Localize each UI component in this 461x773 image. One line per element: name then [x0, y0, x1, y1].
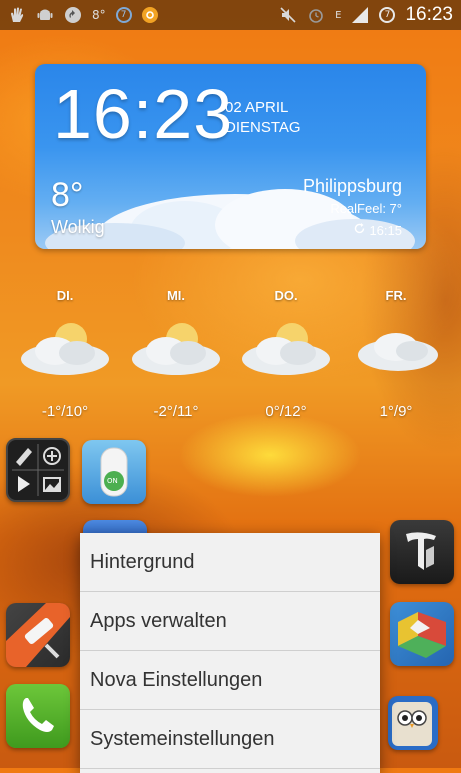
forecast-range: -2°/11°: [153, 403, 199, 420]
alarm-icon: [307, 6, 325, 24]
temperature-notification: 8°: [92, 8, 106, 22]
puzzle-icon: [398, 612, 446, 658]
forecast-day: MI. -2°/11°: [121, 282, 231, 420]
clock-time: 16:23: [53, 75, 234, 153]
notification-icons: 8° 7: [8, 6, 158, 24]
forecast-day-name: DI.: [56, 288, 74, 303]
phone-app[interactable]: [6, 684, 70, 748]
android-icon: [36, 6, 54, 24]
forecast-day: DI. -1°/10°: [10, 282, 120, 420]
signal-icon: [351, 6, 369, 24]
toggle-on-label: ON: [107, 477, 118, 485]
sync-icon: [64, 6, 82, 24]
seven-circle-icon: 7: [115, 7, 132, 23]
realfeel-label: RealFeel: 7°: [330, 201, 402, 216]
cloudy-icon: [358, 333, 438, 371]
battery-icon: 7: [379, 7, 396, 23]
weather-condition: Wolkig: [51, 217, 105, 237]
status-bar: 8° 7 E 7 16:23: [0, 0, 461, 30]
phone-icon: [22, 698, 54, 732]
toggle-switch-icon: [100, 447, 128, 497]
puzzle-app[interactable]: [390, 602, 454, 666]
mute-icon: [279, 6, 297, 24]
app-circle-icon: [141, 7, 158, 23]
partly-cloudy-icon: [21, 323, 109, 375]
media-editor-app[interactable]: [6, 438, 70, 502]
owl-app[interactable]: [388, 696, 438, 750]
nyt-logo-icon: [406, 532, 436, 570]
paint-roller-icon: [6, 603, 70, 667]
forecast-range: 1°/9°: [379, 403, 413, 420]
forecast-day: DO. 0°/12°: [231, 282, 341, 420]
paint-roller-app[interactable]: [6, 603, 70, 667]
current-temperature: 8°: [51, 176, 84, 214]
menu-item-nova-settings[interactable]: Nova Einstellungen: [80, 651, 380, 710]
context-menu: Hintergrund Apps verwalten Nova Einstell…: [80, 533, 380, 773]
menu-item-system-settings[interactable]: Systemeinstellungen: [80, 710, 380, 769]
nyt-app[interactable]: [390, 520, 454, 584]
menu-item-wallpaper[interactable]: Hintergrund: [80, 533, 380, 592]
update-time: 16:15: [369, 222, 402, 238]
partly-cloudy-icon: [242, 323, 330, 375]
network-e-icon: E: [335, 9, 342, 21]
date-line: 02 APRIL: [225, 99, 289, 116]
media-editor-icon: [12, 444, 64, 496]
toggle-app[interactable]: ON: [82, 440, 146, 504]
system-icons: E 7 16:23: [279, 4, 453, 26]
forecast-day-name: MI.: [166, 288, 186, 303]
forecast-range: -1°/10°: [41, 403, 89, 420]
weekday-line: DIENSTAG: [225, 119, 301, 136]
status-clock: 16:23: [405, 4, 453, 25]
refresh-icon: [353, 222, 366, 238]
forecast-day-name: DO.: [274, 288, 298, 303]
menu-item-manage-apps[interactable]: Apps verwalten: [80, 592, 380, 651]
hand-icon: [8, 6, 26, 24]
forecast-day-name: FR.: [385, 288, 407, 303]
forecast-day: FR. 1°/9°: [341, 282, 451, 420]
forecast-range: 0°/12°: [265, 403, 307, 420]
clock-date: 02 APRIL DIENSTAG: [225, 98, 301, 138]
partly-cloudy-icon: [132, 323, 220, 375]
owl-icon: [392, 702, 432, 746]
clock-weather-widget[interactable]: 16:23 02 APRIL DIENSTAG 8° Wolkig Philip…: [35, 64, 426, 249]
weather-forecast[interactable]: DI. -1°/10° MI. -2°/11° DO. 0°/12° FR. 1…: [0, 282, 461, 432]
city-name: Philippsburg: [302, 176, 402, 196]
last-update: 16:15: [353, 222, 402, 238]
